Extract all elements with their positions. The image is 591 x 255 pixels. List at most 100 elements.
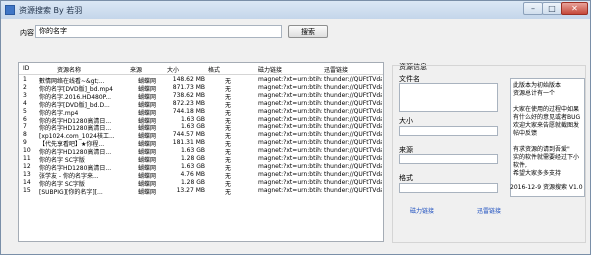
cell-thunder: thunder://QUFtTVdaZX...: [324, 178, 382, 186]
cell-thunder: thunder://QUFtTVdaZX...: [324, 131, 382, 139]
cell-thunder: thunder://QUFtTVdaZX...: [324, 76, 382, 83]
table-row[interactable]: 9 【代先享看吧】★你程... 蝴蝶网 181.31 MB 无 magnet:?xt=ur…: [19, 139, 383, 148]
magnet-link[interactable]: 磁力链接: [410, 206, 434, 215]
cell-id: 15: [23, 186, 31, 194]
cell-magnet: magnet:?xt=urn:btih:...: [258, 170, 322, 178]
cell-id: 14: [23, 178, 31, 186]
cell-magnet: magnet:?xt=urn:btih:...: [258, 107, 322, 115]
source-field[interactable]: [399, 154, 498, 164]
cell-id: 8: [23, 131, 27, 139]
cell-magnet: magnet:?xt=urn:btih:...: [258, 76, 322, 83]
cell-magnet: magnet:?xt=urn:btih:...: [258, 162, 322, 170]
cell-thunder: thunder://QUFtTVdaZX...: [324, 162, 382, 170]
column-header-magnet: 磁力链接: [258, 67, 283, 74]
title-bar[interactable]: 资源搜索 By 若羽 – □ ✕: [1, 1, 590, 19]
cell-id: 12: [23, 162, 31, 170]
maximize-button[interactable]: □: [542, 2, 562, 15]
cell-magnet: magnet:?xt=urn:btih:...: [258, 186, 322, 194]
cell-thunder: thunder://QUFtTVdaZX...: [324, 99, 382, 107]
cell-magnet: magnet:?xt=urn:btih:...: [258, 178, 322, 186]
table-row[interactable]: 4 你的名字[DVD版]_bd.D... 蝴蝶网 872.23 MB 无 magnet:?…: [19, 99, 383, 109]
app-window: 资源搜索 By 若羽 – □ ✕ 内容 你的名字 搜索 ID 资源名称 来源 大…: [0, 0, 591, 255]
cell-id: 5: [23, 107, 27, 115]
table-row[interactable]: 2 你的名字[DVD版]_bd.mp4 蝴蝶网 871.73 MB 无 magnet:?x…: [19, 83, 383, 93]
cell-id: 9: [23, 139, 27, 147]
info-text-area[interactable]: 此版本为初始版本 资源总计有一个 大家在使用的过程中如果有什么好的意见或者BUG…: [510, 78, 585, 197]
cell-size: 1.63 GB: [180, 147, 205, 155]
table-row[interactable]: 12 你的名字HD1280高清日... 蝴蝶网 1.63 GB 无 magnet:?xt=…: [19, 162, 383, 172]
cell-size: 738.62 MB: [172, 91, 205, 99]
search-input[interactable]: 你的名字: [35, 25, 282, 38]
table-row[interactable]: 15 [SUBPIG][你的名字][... 蝴蝶网 13.27 MB 无 magnet:?…: [19, 186, 383, 196]
cell-id: 1: [23, 76, 27, 83]
table-row[interactable]: 13 张学友 - 你的名字来... 蝴蝶网 4.76 MB 无 magnet:?xt=ur…: [19, 170, 383, 180]
table-header: ID 资源名称 来源 大小 格式 磁力链接 迅雷链接: [19, 63, 383, 75]
cell-size: 1.63 GB: [180, 123, 205, 131]
results-table: ID 资源名称 来源 大小 格式 磁力链接 迅雷链接 1 數情网络在线看~&gt;…: [18, 62, 384, 242]
cell-magnet: magnet:?xt=urn:btih:...: [258, 131, 322, 139]
cell-id: 10: [23, 147, 31, 155]
search-button[interactable]: 搜索: [288, 25, 328, 38]
cell-size: 1.28 GB: [180, 155, 205, 162]
column-header-size: 大小: [167, 67, 180, 74]
cell-id: 2: [23, 83, 27, 91]
cell-magnet: magnet:?xt=urn:btih:...: [258, 155, 322, 162]
cell-thunder: thunder://QUFtTVdaZX...: [324, 139, 382, 147]
column-header-format: 格式: [208, 67, 221, 74]
version-label: 2016-12-9 资源搜索 V1.0: [510, 184, 583, 191]
cell-size: 1.63 GB: [180, 115, 205, 123]
filename-field[interactable]: [399, 83, 498, 112]
cell-source: 蝴蝶网: [137, 188, 156, 196]
cell-size: 1.28 GB: [180, 178, 205, 186]
format-field[interactable]: [399, 183, 498, 193]
cell-magnet: magnet:?xt=urn:btih:...: [258, 123, 322, 131]
table-row[interactable]: 14 你的名字 SC字版 蝴蝶网 1.28 GB 无 magnet:?xt=urn:bti…: [19, 178, 383, 188]
table-row[interactable]: 6 你的名字HD1280高清日... 蝴蝶网 1.63 GB 无 magnet:?xt=u…: [19, 115, 383, 125]
cell-thunder: thunder://QUFtTVdaZX...: [324, 155, 382, 162]
cell-magnet: magnet:?xt=urn:btih:...: [258, 91, 322, 99]
cell-format: 无: [224, 188, 231, 196]
cell-size: 148.62 MB: [172, 76, 205, 83]
cell-id: 7: [23, 123, 27, 131]
cell-thunder: thunder://QUFtTVdaZX...: [324, 107, 382, 115]
size-field[interactable]: [399, 126, 498, 136]
table-row[interactable]: 8 [xp1024.com_1024核工... 蝴蝶网 744.57 MB 无 magne…: [19, 131, 383, 140]
cell-id: 13: [23, 170, 31, 178]
cell-magnet: magnet:?xt=urn:btih:...: [258, 83, 322, 91]
size-label: 大小: [399, 117, 413, 125]
table-row[interactable]: 10 你的名字HD1280高清日... 蝴蝶网 1.63 GB 无 magnet:?xt=…: [19, 147, 383, 156]
thunder-link[interactable]: 迅雷链接: [477, 206, 501, 215]
cell-thunder: thunder://QUFtTVdaZX...: [324, 186, 382, 194]
cell-magnet: magnet:?xt=urn:btih:...: [258, 147, 322, 155]
cell-size: 4.76 MB: [180, 170, 205, 178]
cell-size: 872.23 MB: [172, 99, 205, 107]
window-title: 资源搜索 By 若羽: [19, 6, 83, 15]
cell-id: 11: [23, 155, 31, 162]
column-header-thunder: 迅雷链接: [324, 67, 349, 74]
search-label: 内容: [20, 29, 34, 37]
table-row[interactable]: 11 你的名字 SC字版 蝴蝶网 1.28 GB 无 magnet:?xt=urn:bti…: [19, 155, 383, 164]
cell-id: 6: [23, 115, 27, 123]
column-header-name: 资源名称: [57, 67, 82, 74]
column-header-id: ID: [23, 65, 30, 72]
cell-magnet: magnet:?xt=urn:btih:...: [258, 99, 322, 107]
table-row[interactable]: 5 你的名字.mp4 蝴蝶网 744.18 MB 无 magnet:?xt=urn:bti…: [19, 107, 383, 117]
format-label: 格式: [399, 174, 413, 182]
table-row[interactable]: 1 數情网络在线看~&gt;... 蝴蝶网 148.62 MB 无 magnet:?xt=…: [19, 76, 383, 85]
close-button[interactable]: ✕: [561, 2, 588, 15]
cell-magnet: magnet:?xt=urn:btih:...: [258, 139, 322, 147]
table-row[interactable]: 3 你的名字.2016.HD480P... 蝴蝶网 738.62 MB 无 magnet:…: [19, 91, 383, 101]
cell-thunder: thunder://QUFtTVdaZX...: [324, 115, 382, 123]
cell-size: 744.57 MB: [172, 131, 205, 139]
cell-size: 871.73 MB: [172, 83, 205, 91]
cell-id: 4: [23, 99, 27, 107]
cell-size: 181.31 MB: [172, 139, 205, 147]
table-row[interactable]: 7 你的名字HD1280高清日... 蝴蝶网 1.63 GB 无 magnet:?xt=u…: [19, 123, 383, 132]
cell-thunder: thunder://QUFtTVdaZX...: [324, 83, 382, 91]
cell-thunder: thunder://QUFtTVdaZX...: [324, 147, 382, 155]
cell-size: 13.27 MB: [176, 186, 205, 194]
cell-id: 3: [23, 91, 27, 99]
cell-thunder: thunder://QUFtTVdaZX...: [324, 91, 382, 99]
cell-magnet: magnet:?xt=urn:btih:...: [258, 115, 322, 123]
minimize-button[interactable]: –: [523, 2, 543, 15]
